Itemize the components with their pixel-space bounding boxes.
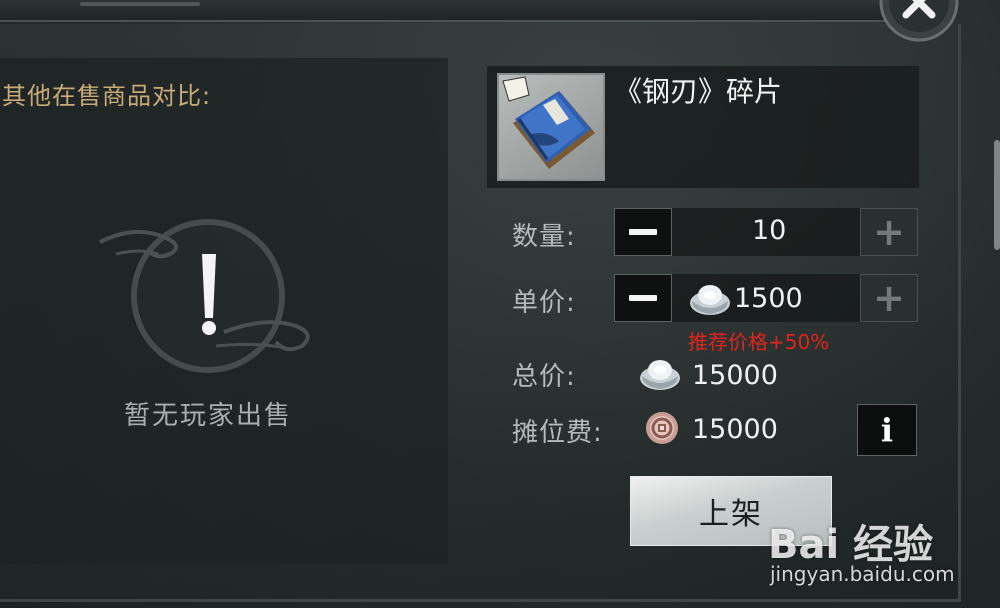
manual-book-icon (502, 76, 595, 169)
item-name: 《钢刃》碎片 (614, 75, 783, 108)
recommended-price-hint: 推荐价格+50% (688, 330, 830, 354)
silver-ingot-icon (640, 360, 680, 390)
total-price-value: 15000 (692, 360, 778, 391)
booth-fee-value: 15000 (692, 414, 778, 445)
copper-coin-icon (646, 412, 678, 444)
exclamation-icon (99, 219, 310, 373)
minus-icon (629, 229, 657, 235)
plus-icon: + (873, 210, 905, 254)
scrollbar[interactable] (994, 140, 1000, 250)
comparison-title: 其他在售商品对比: (2, 82, 212, 110)
close-button[interactable] (878, 0, 960, 48)
top-bar-divider (80, 2, 200, 6)
watermark-url: jingyan.baidu.com (770, 562, 955, 586)
plus-icon: + (873, 276, 905, 320)
info-icon: i (880, 411, 894, 449)
info-button[interactable]: i (857, 404, 917, 456)
unit-price-increase-button[interactable]: + (860, 274, 918, 322)
quantity-decrease-button[interactable] (614, 208, 672, 256)
unit-price-value[interactable]: 1500 (734, 283, 803, 314)
quantity-increase-button[interactable]: + (860, 208, 918, 256)
close-icon (879, 0, 959, 42)
booth-fee-label: 摊位费: (512, 418, 603, 448)
minus-icon (629, 295, 657, 301)
top-bar (0, 0, 900, 22)
unit-price-label: 单价: (512, 288, 576, 318)
item-thumbnail[interactable] (497, 73, 605, 181)
silver-ingot-icon (690, 285, 730, 315)
unit-price-decrease-button[interactable] (614, 274, 672, 322)
quantity-label: 数量: (512, 222, 576, 252)
empty-message: 暂无玩家出售 (123, 401, 292, 431)
total-price-label: 总价: (512, 362, 576, 392)
quantity-value[interactable]: 10 (752, 215, 786, 246)
